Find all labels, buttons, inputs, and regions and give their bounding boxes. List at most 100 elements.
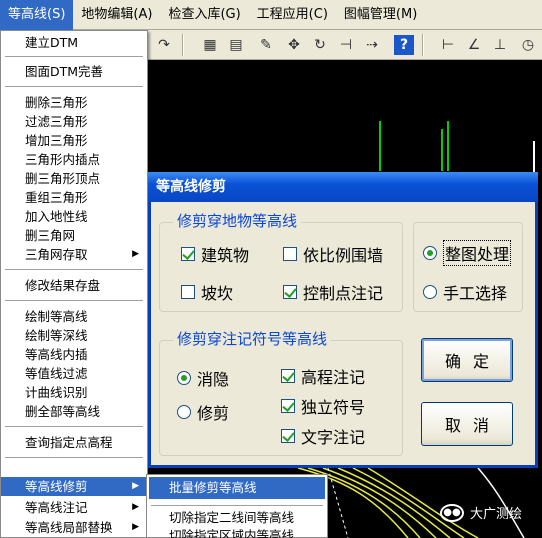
menu-separator	[5, 457, 143, 458]
toolbar-separator	[422, 34, 424, 56]
menu-item-isoline-filter[interactable]: 等值线过滤	[1, 364, 147, 383]
menu-item-add-terrain-line[interactable]: 加入地性线	[1, 207, 147, 226]
submenu-arrow-icon: ▶	[132, 502, 139, 512]
radio-label: 手工选择	[443, 284, 508, 303]
group-trim-features-title: 修剪穿地物等高线	[173, 210, 302, 231]
menu-item-label: 等高线修剪	[25, 479, 88, 494]
menu-item-label: 等高线局部替换	[25, 520, 113, 535]
checkbox-building[interactable]: 建筑物	[181, 242, 249, 266]
angle-icon[interactable]: ∠	[464, 35, 484, 55]
clock-icon[interactable]: ◷	[518, 35, 538, 55]
radio-circle	[423, 285, 437, 299]
checkbox-slope[interactable]: 坡坎	[181, 280, 233, 304]
checkbox-elevation-note[interactable]: 高程注记	[281, 364, 365, 388]
layer-color-icon[interactable]: ▦	[200, 35, 220, 55]
submenu-arrow-icon: ▶	[132, 522, 139, 532]
toolbar: ↷ ▦ ▤ ✎ ✥ ↻ ⊣ ⇢ ? ⊢ ∠ ⊥ ◷	[148, 30, 542, 60]
menu-bar: 等高线(S) 地物编辑(A) 检查入库(G) 工程应用(C) 图幅管理(M)	[0, 0, 542, 30]
watermark-text: 大广测绘	[469, 507, 522, 522]
radio-trim[interactable]: 修剪	[177, 400, 229, 424]
radio-circle	[423, 246, 437, 260]
menu-separator	[5, 56, 143, 57]
pencil-icon[interactable]: ✎	[256, 35, 276, 55]
dialog-title[interactable]: 等高线修剪	[148, 172, 538, 202]
checkbox-label: 文字注记	[301, 428, 366, 447]
checkbox-box	[281, 429, 295, 443]
menu-item-add-triangle[interactable]: 增加三角形	[1, 131, 147, 150]
menu-item-filter-triangle[interactable]: 过滤三角形	[1, 112, 147, 131]
checkbox-label: 独立符号	[301, 398, 366, 417]
checkbox-box	[283, 285, 297, 299]
menu-item-label: 等高线注记	[25, 500, 88, 515]
menu-contour[interactable]: 等高线(S)	[0, 0, 74, 30]
menu-item-tin-access[interactable]: 三角网存取 ▶	[1, 245, 147, 264]
menu-separator	[5, 300, 143, 301]
checkbox-independent-symbol[interactable]: 独立符号	[281, 394, 365, 418]
checkbox-box	[281, 399, 295, 413]
radio-manual-select[interactable]: 手工选择	[423, 280, 507, 304]
dashed-line-icon[interactable]: ⇢	[362, 35, 382, 55]
line-cross-icon[interactable]: ⊣	[336, 35, 356, 55]
menu-item-regroup-triangle[interactable]: 重组三角形	[1, 188, 147, 207]
menu-item-index-contour[interactable]: 计曲线识别	[1, 383, 147, 402]
checkbox-label: 高程注记	[301, 368, 366, 387]
checkbox-box	[181, 247, 195, 261]
menu-item-contour-interpolate[interactable]: 等高线内插	[1, 345, 147, 364]
h-measure-icon[interactable]: ⊢	[438, 35, 458, 55]
menu-item-delete-triangle[interactable]: 删除三角形	[1, 93, 147, 112]
radio-circle	[177, 405, 191, 419]
menu-check-import[interactable]: 检查入库(G)	[160, 0, 248, 30]
checkbox-text-note[interactable]: 文字注记	[281, 424, 365, 448]
ok-button[interactable]: 确定	[421, 338, 513, 382]
radio-hide[interactable]: 消隐	[177, 366, 229, 390]
rotate-node-icon[interactable]: ↻	[310, 35, 330, 55]
checkbox-label: 建筑物	[201, 246, 250, 265]
contour-trim-submenu: 批量修剪等高线 切除指定二线间等高线 切除指定区域内等高线	[146, 474, 328, 538]
menu-feature-edit[interactable]: 地物编辑(A)	[73, 0, 160, 30]
checkbox-box	[181, 285, 195, 299]
submenu-item-cut-in-region[interactable]: 切除指定区域内等高线	[149, 525, 325, 538]
menu-engineering[interactable]: 工程应用(C)	[249, 0, 336, 30]
checkbox-box	[283, 247, 297, 261]
submenu-item-batch-trim[interactable]: 批量修剪等高线	[149, 477, 325, 499]
menu-separator	[5, 86, 143, 87]
help-icon[interactable]: ?	[394, 35, 414, 55]
menu-item-contour-replace[interactable]: 等高线局部替换 ▶	[1, 518, 147, 537]
menu-separator	[5, 269, 143, 270]
menu-sheet-management[interactable]: 图幅管理(M)	[336, 0, 425, 30]
checkbox-label: 控制点注记	[303, 284, 384, 303]
menu-item-save-changes[interactable]: 修改结果存盘	[1, 276, 147, 295]
menu-item-contour-trim[interactable]: 等高线修剪 ▶	[1, 477, 147, 496]
contour-menu: 建立DTM 图面DTM完善 删除三角形 过滤三角形 增加三角形 三角形内插点 删…	[0, 30, 148, 538]
menu-item-query-elevation[interactable]: 查询指定点高程	[1, 433, 147, 452]
radio-label: 修剪	[197, 404, 230, 423]
menu-item-draw-isobath[interactable]: 绘制等深线	[1, 326, 147, 345]
cancel-button[interactable]: 取消	[421, 402, 513, 446]
grid-icon[interactable]: ▤	[226, 35, 246, 55]
submenu-arrow-icon: ▶	[132, 249, 139, 259]
menu-item-build-dtm[interactable]: 建立DTM	[1, 33, 147, 52]
menu-item-delete-tin[interactable]: 删三角网	[1, 226, 147, 245]
menu-item-refine-dtm[interactable]: 图面DTM完善	[1, 62, 147, 81]
dimension-icon[interactable]: ⊥	[490, 35, 510, 55]
submenu-arrow-icon: ▶	[132, 481, 139, 491]
menu-item-draw-contour[interactable]: 绘制等高线	[1, 307, 147, 326]
checkbox-control-point[interactable]: 控制点注记	[283, 280, 383, 304]
group-trim-annotations-title: 修剪穿注记符号等高线	[173, 328, 332, 349]
checkbox-label: 依比例围墙	[303, 246, 384, 265]
radio-label: 整图处理	[443, 240, 512, 266]
move-icon[interactable]: ✥	[284, 35, 304, 55]
menu-item-triangle-interpolate[interactable]: 三角形内插点	[1, 150, 147, 169]
radio-circle	[177, 371, 191, 385]
radio-whole-map[interactable]: 整图处理	[423, 240, 512, 266]
checkbox-label: 坡坎	[201, 284, 234, 303]
menu-separator	[5, 426, 143, 427]
checkbox-scaled-wall[interactable]: 依比例围墙	[283, 242, 383, 266]
toolbar-separator	[182, 34, 184, 56]
menu-item-delete-all-contours[interactable]: 删全部等高线	[1, 402, 147, 421]
contour-trim-dialog: 等高线修剪 修剪穿地物等高线 建筑物 依比例围墙 坡坎 控制点注记 整图处理 手…	[148, 172, 538, 468]
wechat-logo-icon: ●●	[439, 503, 464, 522]
redo-icon[interactable]: ↷	[154, 35, 174, 55]
menu-item-delete-vertex[interactable]: 删三角形顶点	[1, 169, 147, 188]
menu-item-contour-annotation[interactable]: 等高线注记 ▶	[1, 498, 147, 517]
